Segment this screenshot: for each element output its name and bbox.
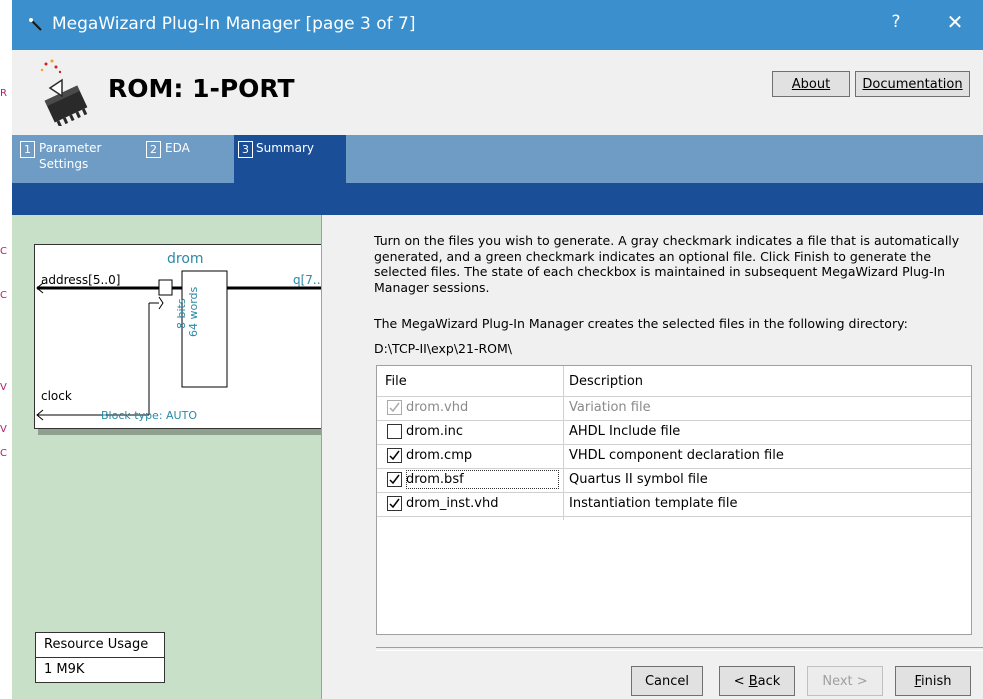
resource-usage-box: Resource Usage 1 M9K bbox=[35, 632, 165, 683]
edge-mark: V bbox=[0, 382, 7, 393]
megawizard-chip-icon bbox=[40, 59, 88, 126]
file-row[interactable]: drom.cmp VHDL component declaration file bbox=[377, 444, 971, 468]
file-name: drom.bsf bbox=[406, 472, 464, 487]
background-window-edge: R C C V V C bbox=[0, 0, 12, 699]
cancel-button[interactable]: Cancel bbox=[631, 666, 703, 696]
summary-instructions: Turn on the files you wish to generate. … bbox=[374, 233, 960, 295]
documentation-button-label: Documentation bbox=[862, 76, 963, 92]
file-row[interactable]: drom.inc AHDL Include file bbox=[377, 420, 971, 444]
file-row[interactable]: drom.bsf Quartus II symbol file bbox=[377, 468, 971, 492]
back-hotkey: B bbox=[748, 673, 758, 689]
about-button[interactable]: About bbox=[772, 71, 850, 97]
page-header: ROM: 1-PORT About Documentation bbox=[12, 50, 983, 135]
tab-summary[interactable]: 3 Summary bbox=[234, 135, 346, 183]
window-title: MegaWizard Plug-In Manager [page 3 of 7] bbox=[52, 14, 416, 34]
file-row: drom.vhd Variation file bbox=[377, 396, 971, 420]
file-checkbox[interactable] bbox=[387, 496, 402, 511]
footer-separator bbox=[376, 647, 983, 651]
file-checkbox[interactable] bbox=[387, 400, 402, 415]
file-description: VHDL component declaration file bbox=[569, 448, 784, 463]
tab-eda[interactable]: 2 EDA bbox=[146, 135, 230, 183]
symbol-name: drom bbox=[167, 251, 204, 267]
resource-usage-title: Resource Usage bbox=[44, 637, 149, 652]
tab-label-line: Settings bbox=[39, 157, 89, 171]
about-button-label: About bbox=[791, 76, 831, 92]
tab-number: 2 bbox=[146, 141, 161, 158]
file-list-header: File Description bbox=[377, 366, 971, 400]
block-type-label: Block type: AUTO bbox=[101, 409, 197, 422]
file-description: Instantiation template file bbox=[569, 496, 738, 511]
close-button[interactable]: ✕ bbox=[940, 10, 970, 34]
directory-label: The MegaWizard Plug-In Manager creates t… bbox=[374, 316, 908, 331]
file-checkbox[interactable] bbox=[387, 424, 402, 439]
summary-pane: Turn on the files you wish to generate. … bbox=[322, 215, 983, 699]
file-description: Variation file bbox=[569, 400, 651, 415]
edge-mark: R bbox=[0, 88, 7, 99]
finish-rest: inish bbox=[921, 673, 952, 689]
back-button[interactable]: < Back bbox=[719, 666, 795, 696]
tab-label: EDA bbox=[165, 141, 190, 155]
file-name: drom.inc bbox=[406, 424, 464, 439]
address-port-label: address[5..0] bbox=[41, 273, 121, 287]
edge-mark: C bbox=[0, 246, 7, 257]
checkmark-icon bbox=[389, 402, 400, 413]
directory-path: D:\TCP-II\exp\21-ROM\ bbox=[374, 341, 512, 356]
symbol-preview-pane: drom address[5..0] q[7..0] clock 8 bits … bbox=[12, 215, 358, 699]
file-description: AHDL Include file bbox=[569, 424, 681, 439]
clock-port-label: clock bbox=[41, 389, 72, 403]
back-button-label: < Back bbox=[734, 674, 781, 689]
edge-mark: C bbox=[0, 290, 7, 301]
depth-label: 64 words bbox=[187, 286, 200, 337]
file-checkbox[interactable] bbox=[387, 448, 402, 463]
tab-strip: 1 Parameter Settings 2 EDA 3 Summary bbox=[12, 135, 983, 183]
page-title: ROM: 1-PORT bbox=[108, 74, 295, 103]
megawizard-dialog: MegaWizard Plug-In Manager [page 3 of 7]… bbox=[12, 0, 983, 699]
checkmark-icon bbox=[389, 498, 400, 509]
edge-mark: V bbox=[0, 424, 7, 435]
tab-underbar bbox=[12, 183, 983, 215]
finish-button-label: Finish bbox=[914, 674, 951, 689]
tab-number: 3 bbox=[238, 141, 253, 158]
file-list: File Description drom.vhd Variation file… bbox=[376, 365, 972, 635]
tab-label: Parameter Settings bbox=[39, 140, 101, 172]
tab-number: 1 bbox=[20, 141, 35, 158]
tab-label-line: Parameter bbox=[39, 141, 102, 155]
help-button[interactable]: ? bbox=[884, 12, 908, 32]
checkmark-icon bbox=[389, 474, 400, 485]
edge-mark: C bbox=[0, 448, 7, 459]
column-header-description: Description bbox=[569, 374, 644, 389]
title-bar[interactable]: MegaWizard Plug-In Manager [page 3 of 7]… bbox=[12, 0, 983, 50]
finish-button[interactable]: Finish bbox=[895, 666, 971, 696]
file-checkbox[interactable] bbox=[387, 472, 402, 487]
file-name: drom.vhd bbox=[406, 400, 469, 415]
rom-symbol: drom address[5..0] q[7..0] clock 8 bits … bbox=[34, 244, 354, 429]
wand-icon bbox=[29, 18, 42, 31]
cancel-button-label: Cancel bbox=[644, 673, 690, 689]
tab-parameter-settings[interactable]: 1 Parameter Settings bbox=[20, 135, 138, 183]
next-button-label: Next > bbox=[822, 673, 868, 689]
resource-usage-value: 1 M9K bbox=[36, 657, 164, 682]
next-button[interactable]: Next > bbox=[807, 666, 883, 696]
file-name: drom.cmp bbox=[406, 448, 473, 463]
file-name: drom_inst.vhd bbox=[406, 496, 499, 511]
column-header-file: File bbox=[385, 374, 407, 389]
back-rest: ack bbox=[757, 673, 781, 689]
documentation-button[interactable]: Documentation bbox=[855, 71, 970, 97]
tab-label: Summary bbox=[256, 141, 314, 155]
file-row[interactable]: drom_inst.vhd Instantiation template fil… bbox=[377, 492, 971, 517]
file-description: Quartus II symbol file bbox=[569, 472, 708, 487]
back-prefix: < bbox=[733, 673, 749, 689]
checkmark-icon bbox=[389, 450, 400, 461]
